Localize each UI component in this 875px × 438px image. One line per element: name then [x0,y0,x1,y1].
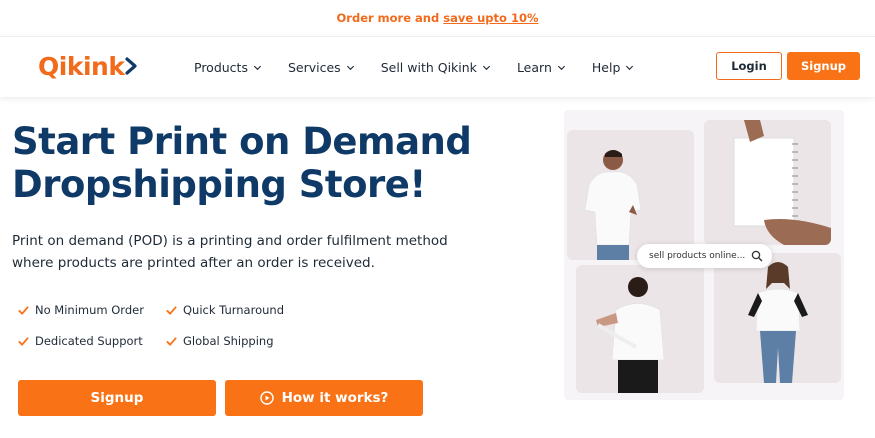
logo-chevron-icon [125,57,138,75]
menu-item-help[interactable]: Help [592,60,635,75]
hero-title: Start Print on Demand Dropshipping Store… [12,120,532,206]
collage-search-pill: sell products online... [637,244,772,268]
signup-button[interactable]: Signup [18,380,216,416]
login-button[interactable]: Login [716,52,782,80]
chevron-down-icon [346,65,354,70]
check-icon [166,305,177,315]
hero-title-line1: Start Print on Demand [12,120,472,163]
menu-item-label: Products [194,59,248,75]
how-it-works-label: How it works? [281,390,389,406]
logo-text: Qikink [38,51,125,81]
menu-item-sell-with-qikink[interactable]: Sell with Qikink [381,60,491,75]
notebook-image [704,120,831,245]
check-icon [166,336,177,346]
chevron-down-icon [482,65,490,70]
collage-search-text: sell products online... [649,251,746,261]
feature-item: Quick Turnaround [166,302,316,318]
check-icon [18,336,29,346]
model-woman-front-image [714,253,841,383]
navbar: Qikink Products Services Sell with Qikin… [0,36,875,97]
model-woman-back-image [576,265,704,393]
menu-item-label: Learn [516,59,552,75]
feature-label: Dedicated Support [35,334,143,348]
model-man-image [567,130,694,260]
feature-label: Quick Turnaround [183,303,284,317]
feature-label: No Minimum Order [35,303,144,317]
chevron-down-icon [626,65,634,70]
feature-list: No Minimum Order Quick Turnaround Dedica… [18,302,318,349]
menu-item-label: Help [591,59,621,75]
feature-item: Global Shipping [166,333,316,349]
feature-item: Dedicated Support [18,333,166,349]
check-icon [18,305,29,315]
promo-link[interactable]: save upto 10% [443,11,538,25]
search-icon [751,250,763,262]
chevron-down-icon [253,65,262,70]
feature-item: No Minimum Order [18,302,166,318]
menu-item-label: Services [287,59,341,75]
promo-bar: Order more and save upto 10% [0,0,875,36]
promo-text: Order more and [336,11,440,25]
menu-item-label: Sell with Qikink [380,59,477,75]
hero-title-line2: Dropshipping Store! [12,163,426,206]
menu-item-products[interactable]: Products [194,60,262,75]
main-menu: Products Services Sell with Qikink Learn… [194,37,660,97]
menu-item-services[interactable]: Services [288,60,355,75]
how-it-works-button[interactable]: How it works? [225,380,423,416]
chevron-down-icon [557,65,565,70]
feature-label: Global Shipping [183,334,274,348]
hero-description: Print on demand (POD) is a printing and … [12,233,448,271]
signup-button-header[interactable]: Signup [787,52,860,80]
menu-item-learn[interactable]: Learn [517,60,566,75]
logo[interactable]: Qikink [38,51,138,81]
play-circle-icon [259,391,274,405]
